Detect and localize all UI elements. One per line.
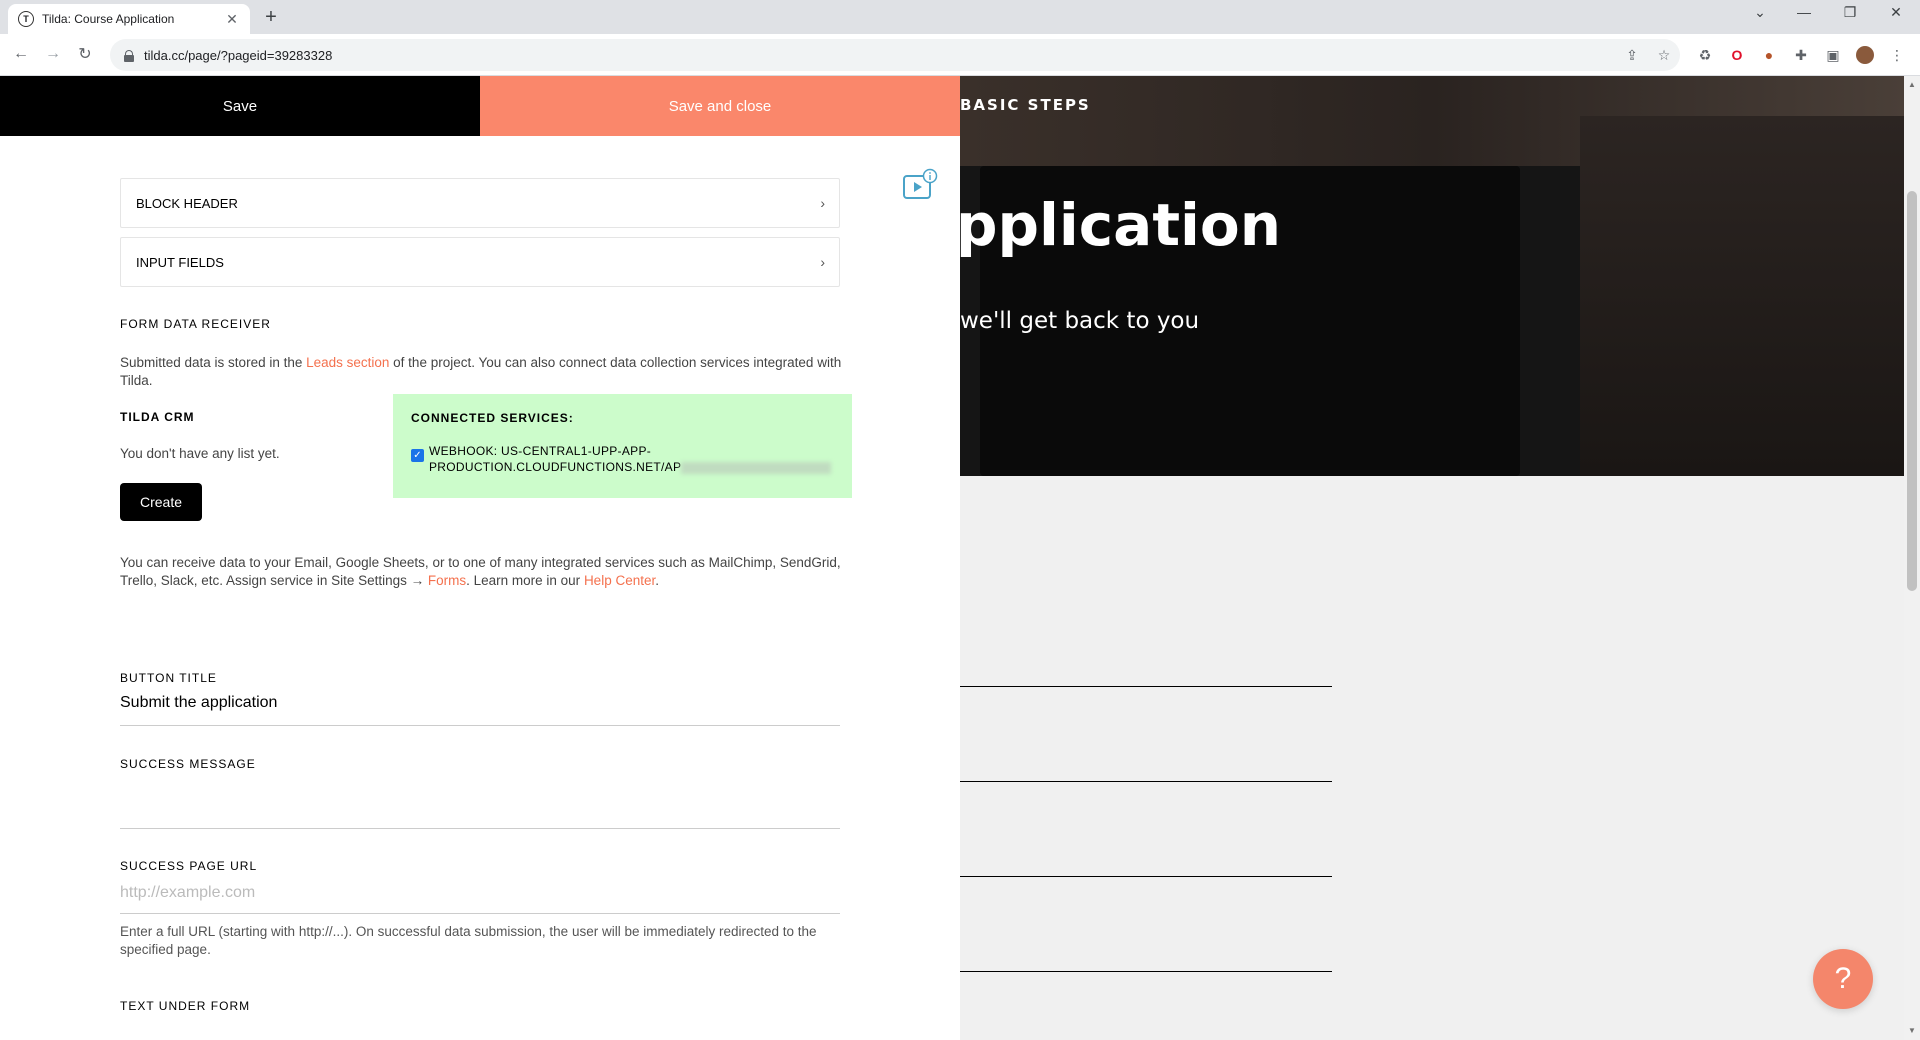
accordion-label: BLOCK HEADER: [136, 195, 238, 211]
minimize-icon[interactable]: —: [1784, 4, 1824, 20]
hero-label: BASIC STEPS: [960, 96, 1091, 114]
recycle-extension-icon[interactable]: ♻: [1696, 46, 1714, 64]
button-title-label: BUTTON TITLE: [120, 671, 217, 685]
restore-icon[interactable]: ❐: [1830, 4, 1870, 21]
tilda-favicon-icon: T: [18, 11, 34, 27]
save-and-close-button[interactable]: Save and close: [480, 76, 960, 136]
field-underline: [120, 725, 840, 726]
input-fields-accordion[interactable]: INPUT FIELDS ›: [120, 237, 840, 287]
field-underline: [120, 913, 840, 914]
reload-icon[interactable]: ↻: [74, 43, 96, 65]
integrations-description: You can receive data to your Email, Goog…: [120, 555, 841, 588]
new-tab-icon[interactable]: +: [260, 6, 282, 29]
button-title-input[interactable]: Submit the application: [120, 694, 277, 712]
save-button[interactable]: Save: [0, 76, 480, 136]
opera-extension-icon[interactable]: O: [1728, 46, 1746, 64]
form-receiver-title: FORM DATA RECEIVER: [120, 317, 271, 331]
lock-icon: [124, 49, 134, 62]
preview-input-line: [960, 876, 1332, 877]
share-icon[interactable]: ⇪: [1623, 46, 1641, 64]
text-under-form-label: TEXT UNDER FORM: [120, 999, 251, 1013]
preview-input-line: [960, 781, 1332, 782]
accordion-label: INPUT FIELDS: [136, 254, 224, 270]
extensions-puzzle-icon[interactable]: ✚: [1792, 46, 1810, 64]
url-text: tilda.cc/page/?pageid=39283328: [144, 47, 333, 63]
webhook-url: WEBHOOK: US-CENTRAL1-UPP-APP- PRODUCTION…: [429, 443, 832, 475]
preview-input-line: [960, 686, 1332, 687]
menu-dots-icon[interactable]: ⋮: [1888, 46, 1906, 64]
chevron-right-icon: ›: [820, 195, 825, 211]
browser-tab[interactable]: T Tilda: Course Application ✕: [8, 4, 250, 34]
success-message-input[interactable]: [120, 780, 840, 804]
webhook-service-row[interactable]: ✓ WEBHOOK: US-CENTRAL1-UPP-APP- PRODUCTI…: [411, 443, 834, 475]
help-button[interactable]: ?: [1813, 949, 1873, 1009]
success-message-label: SUCCESS MESSAGE: [120, 757, 256, 771]
tilda-crm-title: TILDA CRM: [120, 410, 195, 424]
create-list-button[interactable]: Create: [120, 483, 202, 521]
video-tutorial-icon[interactable]: [902, 168, 938, 202]
scroll-down-icon[interactable]: ▼: [1907, 1026, 1917, 1035]
blurred-url-part: [681, 461, 832, 474]
back-icon[interactable]: ←: [10, 43, 32, 65]
page-content: BASIC STEPS pplication we'll get back to…: [0, 76, 1920, 1040]
tab-search-icon[interactable]: ⌄: [1740, 4, 1780, 21]
connected-services-title: CONNECTED SERVICES:: [411, 411, 574, 425]
success-url-label: SUCCESS PAGE URL: [120, 859, 258, 873]
page-preview: BASIC STEPS pplication we'll get back to…: [960, 76, 1904, 1040]
hero-subtitle: we'll get back to you: [960, 308, 1200, 334]
forward-icon[interactable]: →: [42, 43, 64, 65]
close-tab-icon[interactable]: ✕: [224, 11, 240, 28]
address-bar[interactable]: tilda.cc/page/?pageid=39283328: [110, 39, 1680, 71]
hero-cover: BASIC STEPS pplication we'll get back to…: [960, 76, 1904, 476]
webhook-checkbox[interactable]: ✓: [411, 449, 424, 462]
chevron-right-icon: ›: [820, 254, 825, 270]
success-url-hint: Enter a full URL (starting with http://.…: [120, 924, 817, 957]
scrollbar-thumb[interactable]: [1907, 191, 1917, 591]
side-panel-icon[interactable]: ▣: [1824, 46, 1842, 64]
extension-avatar-icon[interactable]: ●: [1760, 46, 1778, 64]
success-url-input[interactable]: http://example.com: [120, 884, 255, 902]
browser-tab-bar: T Tilda: Course Application ✕ + ⌄ — ❐ ✕: [0, 0, 1920, 34]
help-center-link[interactable]: Help Center: [584, 573, 655, 588]
block-settings-panel: Save Save and close BLOCK HEADER › INPUT…: [0, 76, 960, 1040]
profile-avatar[interactable]: [1856, 46, 1874, 64]
save-bar: Save Save and close: [0, 76, 960, 136]
hero-title: pplication: [960, 191, 1282, 259]
form-receiver-description: Submitted data is stored in the Leads se…: [120, 355, 842, 388]
close-window-icon[interactable]: ✕: [1876, 4, 1916, 21]
scroll-up-icon[interactable]: ▲: [1907, 80, 1917, 89]
field-underline: [120, 828, 840, 829]
tab-title: Tilda: Course Application: [42, 12, 175, 26]
bookmark-star-icon[interactable]: ☆: [1655, 46, 1673, 64]
forms-link[interactable]: Forms: [428, 573, 466, 588]
connected-services-box: CONNECTED SERVICES: ✓ WEBHOOK: US-CENTRA…: [393, 394, 852, 498]
preview-input-line: [960, 971, 1332, 972]
crm-empty-text: You don't have any list yet.: [120, 446, 280, 461]
leads-section-link[interactable]: Leads section: [306, 355, 389, 370]
browser-toolbar: ← → ↻ tilda.cc/page/?pageid=39283328 ⇪ ☆…: [0, 34, 1920, 76]
block-header-accordion[interactable]: BLOCK HEADER ›: [120, 178, 840, 228]
